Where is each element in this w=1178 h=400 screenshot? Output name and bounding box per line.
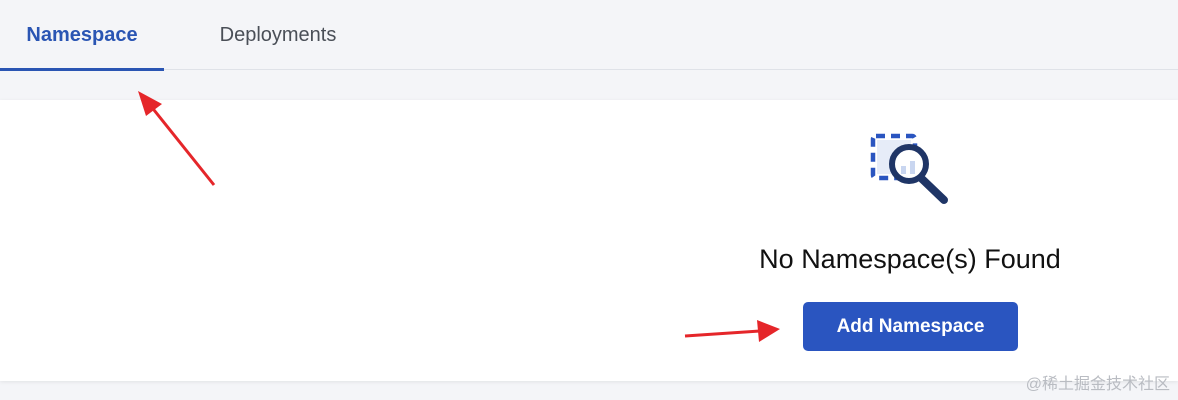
add-namespace-button[interactable]: Add Namespace	[803, 302, 1018, 351]
tab-deployments[interactable]: Deployments	[178, 0, 378, 70]
tab-namespace[interactable]: Namespace	[0, 0, 164, 70]
tab-namespace-label: Namespace	[26, 23, 138, 46]
tab-deployments-label: Deployments	[219, 23, 337, 46]
active-tab-indicator	[0, 68, 164, 71]
watermark: @稀土掘金技术社区	[1025, 376, 1170, 393]
tab-bar: Namespace Deployments	[0, 0, 1178, 71]
empty-state-title: No Namespace(s) Found	[759, 244, 1061, 274]
search-icon	[870, 133, 948, 204]
